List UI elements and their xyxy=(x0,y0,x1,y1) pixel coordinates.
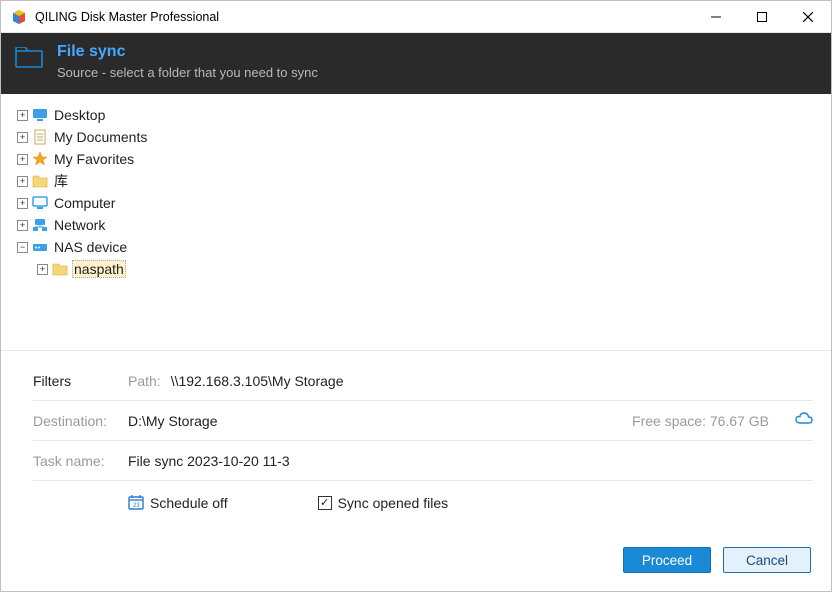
document-icon xyxy=(32,129,48,145)
folder-sync-icon xyxy=(15,47,43,69)
destination-label: Destination: xyxy=(33,413,128,429)
close-button[interactable] xyxy=(785,1,831,33)
tree-label: 库 xyxy=(52,171,70,191)
expand-icon[interactable]: + xyxy=(17,154,28,165)
tree-item-documents[interactable]: + My Documents xyxy=(17,126,817,148)
network-icon xyxy=(32,217,48,233)
filters-link[interactable]: Filters xyxy=(33,373,128,389)
tree-item-desktop[interactable]: + Desktop xyxy=(17,104,817,126)
minimize-button[interactable] xyxy=(693,1,739,33)
star-icon xyxy=(32,151,48,167)
taskname-value[interactable]: File sync 2023-10-20 11-3 xyxy=(128,453,290,469)
path-value: \\192.168.3.105\My Storage xyxy=(171,373,344,389)
tree-item-libraries[interactable]: + 库 xyxy=(17,170,817,192)
free-space: Free space: 76.67 GB xyxy=(632,413,769,429)
tree-item-nas[interactable]: − NAS device xyxy=(17,236,817,258)
monitor-icon xyxy=(32,107,48,123)
svg-text:23: 23 xyxy=(133,503,140,509)
filters-row: Filters Path: \\192.168.3.105\My Storage xyxy=(33,361,813,401)
page-header: File sync Source - select a folder that … xyxy=(1,33,831,94)
cancel-button[interactable]: Cancel xyxy=(723,547,811,573)
expand-icon[interactable]: + xyxy=(17,132,28,143)
proceed-button[interactable]: Proceed xyxy=(623,547,711,573)
tree-label: Computer xyxy=(52,195,117,211)
cloud-icon[interactable] xyxy=(795,412,813,429)
folder-icon xyxy=(32,173,48,189)
tree-label: NAS device xyxy=(52,239,129,255)
nas-icon xyxy=(32,239,48,255)
destination-value[interactable]: D:\My Storage xyxy=(128,413,217,429)
collapse-icon[interactable]: − xyxy=(17,242,28,253)
expand-icon[interactable]: + xyxy=(17,110,28,121)
schedule-toggle[interactable]: 23 Schedule off xyxy=(128,494,228,513)
schedule-label: Schedule off xyxy=(150,495,228,511)
window-title: QILING Disk Master Professional xyxy=(35,10,219,24)
taskname-row: Task name: File sync 2023-10-20 11-3 xyxy=(33,441,813,481)
folder-icon xyxy=(52,261,68,277)
computer-icon xyxy=(32,195,48,211)
expand-icon[interactable]: + xyxy=(37,264,48,275)
tree-item-computer[interactable]: + Computer xyxy=(17,192,817,214)
lower-panel: Filters Path: \\192.168.3.105\My Storage… xyxy=(1,350,831,537)
titlebar: QILING Disk Master Professional xyxy=(1,1,831,33)
expand-icon[interactable]: + xyxy=(17,176,28,187)
app-logo-icon xyxy=(11,9,27,25)
options-row: 23 Schedule off ✓ Sync opened files xyxy=(33,481,813,525)
tree-label: My Favorites xyxy=(52,151,136,167)
path-label: Path: xyxy=(128,373,161,389)
sync-opened-checkbox[interactable]: ✓ Sync opened files xyxy=(318,495,449,511)
tree-item-favorites[interactable]: + My Favorites xyxy=(17,148,817,170)
destination-row: Destination: D:\My Storage Free space: 7… xyxy=(33,401,813,441)
maximize-button[interactable] xyxy=(739,1,785,33)
tree-label: naspath xyxy=(72,260,126,278)
checkbox-icon: ✓ xyxy=(318,496,332,510)
folder-tree: + Desktop + My Documents + My Favorites … xyxy=(1,94,831,350)
tree-item-network[interactable]: + Network xyxy=(17,214,817,236)
page-subtitle: Source - select a folder that you need t… xyxy=(57,65,318,80)
page-title: File sync xyxy=(57,43,318,61)
tree-label: My Documents xyxy=(52,129,149,145)
expand-icon[interactable]: + xyxy=(17,220,28,231)
calendar-icon: 23 xyxy=(128,494,144,513)
expand-icon[interactable]: + xyxy=(17,198,28,209)
tree-label: Network xyxy=(52,217,107,233)
taskname-label: Task name: xyxy=(33,453,128,469)
sync-opened-label: Sync opened files xyxy=(338,495,449,511)
tree-item-naspath[interactable]: + naspath xyxy=(17,258,817,280)
tree-label: Desktop xyxy=(52,107,107,123)
